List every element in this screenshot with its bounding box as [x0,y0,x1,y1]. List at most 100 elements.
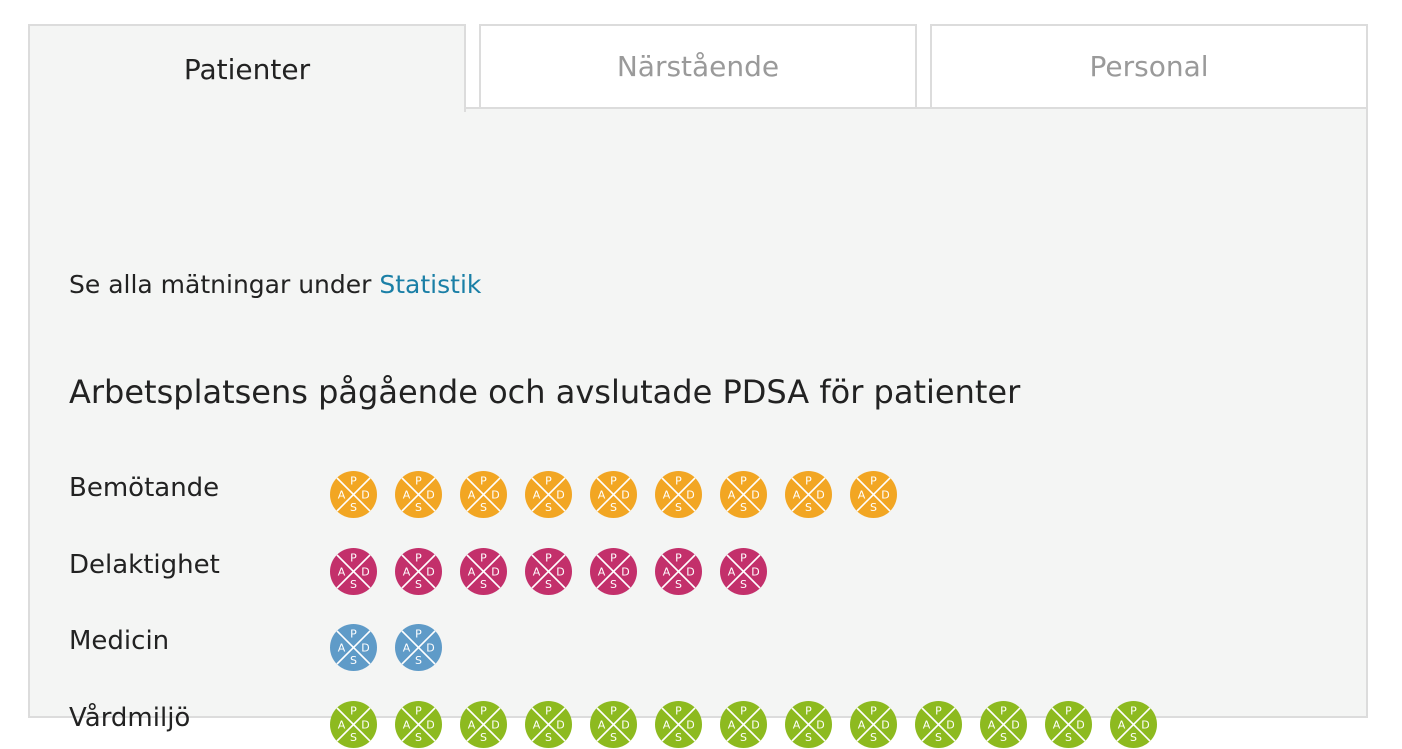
svg-text:S: S [545,501,552,514]
pdsa-icon[interactable]: PA DS [395,547,442,595]
svg-text:P: P [350,704,357,717]
pdsa-icon[interactable]: PA DS [1110,700,1157,748]
svg-text:S: S [610,731,617,744]
pdsa-icon[interactable]: PA DS [460,470,507,518]
svg-text:D: D [751,488,759,501]
svg-text:D: D [1011,718,1019,731]
pdsa-icon[interactable]: PA DS [460,700,507,748]
svg-text:D: D [621,488,629,501]
pdsa-icon[interactable]: PA DS [785,700,832,748]
pdsa-icon-list: PADSPADSPADSPADSPADSPADSPADSPADSPADS [330,470,915,518]
svg-text:S: S [415,654,422,667]
svg-text:S: S [675,501,682,514]
svg-text:A: A [403,641,411,654]
pdsa-icon[interactable]: PA DS [395,470,442,518]
svg-text:P: P [480,704,487,717]
pdsa-icon[interactable]: PA DS [460,547,507,595]
pdsa-icon[interactable]: PA DS [655,547,702,595]
pdsa-icon[interactable]: PA DS [720,700,767,748]
svg-text:S: S [350,578,357,591]
svg-text:P: P [935,704,942,717]
svg-text:S: S [350,501,357,514]
svg-text:P: P [740,551,747,564]
svg-text:P: P [480,551,487,564]
svg-text:A: A [598,718,606,731]
svg-text:A: A [403,565,411,578]
svg-text:P: P [1000,704,1007,717]
pdsa-icon[interactable]: PA DS [330,470,377,518]
pdsa-icon[interactable]: PA DS [850,470,897,518]
svg-text:S: S [675,578,682,591]
svg-text:A: A [468,488,476,501]
svg-text:D: D [686,488,694,501]
pdsa-icon[interactable]: PA DS [395,623,442,671]
svg-text:A: A [403,718,411,731]
pdsa-icon[interactable]: PA DS [980,700,1027,748]
svg-text:A: A [468,718,476,731]
svg-text:A: A [793,718,801,731]
svg-text:D: D [686,565,694,578]
svg-text:P: P [610,551,617,564]
svg-text:A: A [598,565,606,578]
svg-text:A: A [923,718,931,731]
svg-text:A: A [338,488,346,501]
pdsa-icon[interactable]: PA DS [915,700,962,748]
pdsa-icon[interactable]: PA DS [525,547,572,595]
pdsa-icon[interactable]: PA DS [720,470,767,518]
category-label: Medicin [69,626,170,656]
svg-text:P: P [805,704,812,717]
svg-text:A: A [793,488,801,501]
pdsa-icon[interactable]: PA DS [655,470,702,518]
category-row-bemotande: Bemötande PADSPADSPADSPADSPADSPADSPADSPA… [69,469,915,519]
pdsa-icon[interactable]: PA DS [525,700,572,748]
svg-text:S: S [870,731,877,744]
svg-text:P: P [1065,704,1072,717]
svg-text:A: A [403,488,411,501]
svg-text:P: P [545,551,552,564]
tab-narstaende[interactable]: Närstående [479,24,917,109]
svg-text:S: S [740,501,747,514]
pdsa-icon[interactable]: PA DS [590,547,637,595]
svg-text:P: P [675,704,682,717]
tab-patienter[interactable]: Patienter [28,24,466,112]
tab-personal[interactable]: Personal [930,24,1368,109]
pdsa-icon[interactable]: PA DS [785,470,832,518]
svg-text:S: S [1130,731,1137,744]
svg-text:P: P [805,474,812,487]
svg-text:P: P [350,474,357,487]
category-label: Bemötande [69,473,220,503]
statistics-info: Se alla mätningar under Statistik [69,267,481,303]
svg-text:D: D [426,718,434,731]
pdsa-icon[interactable]: PA DS [330,700,377,748]
svg-text:A: A [663,488,671,501]
svg-text:P: P [675,474,682,487]
svg-text:D: D [361,565,369,578]
svg-text:D: D [946,718,954,731]
svg-text:S: S [740,578,747,591]
pdsa-icon[interactable]: PA DS [395,700,442,748]
tabs-container: Patienter Närstående Personal Se alla mä… [28,24,1368,748]
svg-text:S: S [1000,731,1007,744]
category-label: Delaktighet [69,550,220,580]
pdsa-icon[interactable]: PA DS [1045,700,1092,748]
svg-text:A: A [728,718,736,731]
svg-text:D: D [881,488,889,501]
svg-text:D: D [361,488,369,501]
pdsa-icon[interactable]: PA DS [590,470,637,518]
svg-text:S: S [480,731,487,744]
svg-text:A: A [663,718,671,731]
svg-text:S: S [415,578,422,591]
pdsa-icon[interactable]: PA DS [330,547,377,595]
pdsa-icon[interactable]: PA DS [655,700,702,748]
pdsa-icon[interactable]: PA DS [850,700,897,748]
svg-text:D: D [361,641,369,654]
pdsa-icon-list: PADSPADS [330,623,460,671]
pdsa-icon[interactable]: PA DS [525,470,572,518]
svg-text:D: D [426,641,434,654]
svg-text:D: D [556,565,564,578]
statistics-link[interactable]: Statistik [379,270,481,299]
pdsa-icon[interactable]: PA DS [330,623,377,671]
svg-text:D: D [751,718,759,731]
pdsa-icon[interactable]: PA DS [720,547,767,595]
pdsa-icon[interactable]: PA DS [590,700,637,748]
